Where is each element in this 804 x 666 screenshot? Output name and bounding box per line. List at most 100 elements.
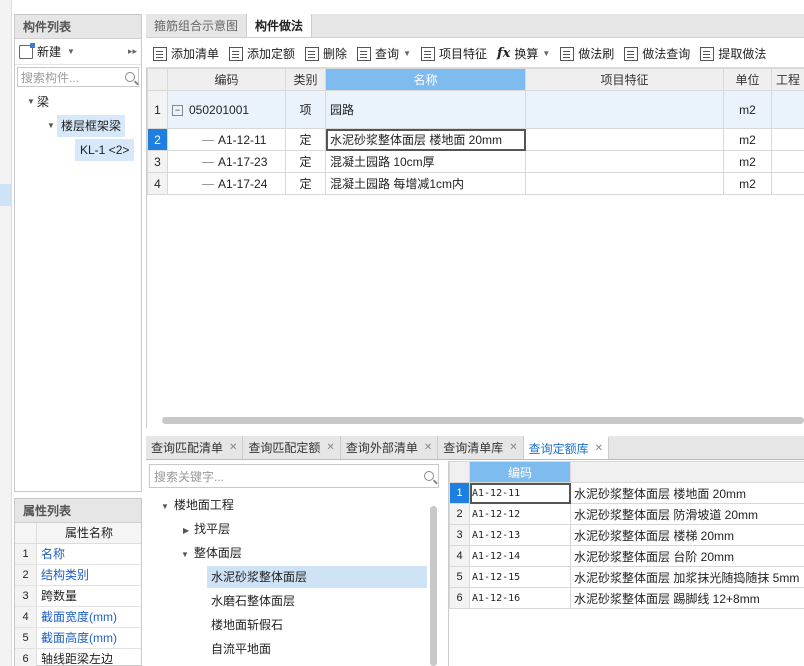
code-cell[interactable]: A1-12-15 bbox=[469, 566, 571, 588]
tab-match-quota[interactable]: 查询匹配定额 ✕ bbox=[243, 436, 341, 460]
code-cell[interactable]: A1-12-13 bbox=[469, 524, 571, 546]
search-icon[interactable] bbox=[125, 72, 135, 82]
add-list-button[interactable]: 添加清单 bbox=[153, 45, 219, 62]
feature-cell[interactable] bbox=[525, 150, 724, 173]
add-quota-button[interactable]: 添加定额 bbox=[229, 45, 295, 62]
column-header-code[interactable]: 编码 bbox=[167, 68, 286, 91]
code-cell[interactable]: A1-17-23 bbox=[167, 150, 286, 173]
column-header-name[interactable] bbox=[570, 461, 804, 483]
code-cell[interactable]: A1-17-24 bbox=[167, 172, 286, 195]
name-cell[interactable]: 水泥砂浆整体面层 楼地面 20mm bbox=[325, 128, 526, 151]
tree-item-self-leveling[interactable]: 自流平地面 bbox=[211, 638, 271, 660]
property-row[interactable]: 2 结构类别 bbox=[15, 565, 141, 586]
tree-item-beam[interactable]: ▼ 梁 bbox=[15, 91, 141, 113]
horizontal-scrollbar[interactable] bbox=[162, 417, 804, 424]
tab-stirrup-diagram[interactable]: 箍筋组合示意图 bbox=[146, 14, 246, 37]
property-row[interactable]: 3 跨数量 bbox=[15, 586, 141, 607]
close-icon[interactable]: ✕ bbox=[424, 436, 432, 460]
feature-cell[interactable] bbox=[525, 90, 724, 129]
type-cell[interactable]: 定 bbox=[285, 150, 326, 173]
name-cell[interactable]: 水泥砂浆整体面层 台阶 20mm bbox=[570, 545, 804, 567]
close-icon[interactable]: ✕ bbox=[229, 436, 237, 460]
quantity-cell[interactable] bbox=[771, 128, 804, 151]
table-row[interactable]: 2 A1-12-12 水泥砂浆整体面层 防滑坡道 20mm bbox=[449, 503, 804, 525]
column-header-unit[interactable]: 单位 bbox=[723, 68, 772, 91]
close-icon[interactable]: ✕ bbox=[326, 436, 334, 460]
type-cell[interactable]: 定 bbox=[285, 172, 326, 195]
name-cell[interactable]: 水泥砂浆整体面层 楼地面 20mm bbox=[570, 482, 804, 504]
column-header-quantity[interactable]: 工程 bbox=[771, 68, 804, 91]
property-row[interactable]: 6 轴线距梁左边 bbox=[15, 649, 141, 666]
method-query-button[interactable]: 做法查询 bbox=[624, 45, 690, 62]
query-button[interactable]: 查询 ▼ bbox=[357, 45, 411, 62]
component-search-input[interactable]: 搜索构件... bbox=[17, 67, 139, 87]
table-row[interactable]: 3 A1-12-13 水泥砂浆整体面层 楼梯 20mm bbox=[449, 524, 804, 546]
expand-icon[interactable]: ▼ bbox=[181, 550, 189, 559]
tree-item-terrazzo[interactable]: 水磨石整体面层 bbox=[211, 590, 295, 612]
code-cell[interactable]: A1-12-11 bbox=[469, 482, 571, 504]
column-header-code[interactable]: 编码 bbox=[469, 461, 571, 483]
feature-cell[interactable] bbox=[525, 172, 724, 195]
collapse-icon[interactable]: − bbox=[172, 104, 183, 116]
convert-button[interactable]: fx 换算 ▼ bbox=[497, 45, 550, 62]
table-row[interactable]: 1 −050201001 项 园路 m2 bbox=[147, 90, 804, 129]
code-cell[interactable]: A1-12-16 bbox=[469, 587, 571, 609]
table-row[interactable]: 6 A1-12-16 水泥砂浆整体面层 踢脚线 12+8mm bbox=[449, 587, 804, 609]
name-cell[interactable]: 水泥砂浆整体面层 防滑坡道 20mm bbox=[570, 503, 804, 525]
name-cell[interactable]: 园路 bbox=[325, 90, 526, 129]
unit-cell[interactable]: m2 bbox=[723, 172, 772, 195]
tree-item-cement-mortar[interactable]: 水泥砂浆整体面层 bbox=[207, 566, 427, 588]
new-button[interactable]: 新建 bbox=[37, 43, 61, 60]
tab-component-method[interactable]: 构件做法 bbox=[246, 14, 313, 37]
property-row[interactable]: 1 名称 bbox=[15, 544, 141, 565]
tree-item-frame-beam[interactable]: ▼ 楼层框架梁 bbox=[15, 115, 141, 137]
chevron-down-icon[interactable]: ▼ bbox=[542, 49, 550, 58]
quantity-cell[interactable] bbox=[771, 150, 804, 173]
keyword-search-input[interactable]: 搜索关键字... bbox=[149, 464, 439, 488]
column-header-type[interactable]: 类别 bbox=[285, 68, 326, 91]
tree-item-granite-finish[interactable]: 楼地面斩假石 bbox=[211, 614, 283, 636]
code-cell[interactable]: A1-12-11 bbox=[167, 128, 286, 151]
tree-item-floor-works[interactable]: ▼ 楼地面工程 bbox=[161, 494, 234, 516]
item-feature-button[interactable]: 项目特征 bbox=[420, 45, 487, 62]
close-icon[interactable]: ✕ bbox=[509, 436, 517, 460]
quantity-cell[interactable] bbox=[771, 172, 804, 195]
method-brush-button[interactable]: 做法刷 bbox=[560, 45, 614, 62]
tab-external-list[interactable]: 查询外部清单 ✕ bbox=[341, 436, 439, 460]
search-icon[interactable] bbox=[424, 471, 434, 481]
code-cell[interactable]: −050201001 bbox=[167, 90, 286, 129]
delete-button[interactable]: 删除 bbox=[305, 45, 347, 62]
table-row[interactable]: 4 A1-12-14 水泥砂浆整体面层 台阶 20mm bbox=[449, 545, 804, 567]
expand-icon[interactable]: ▼ bbox=[161, 502, 169, 511]
feature-cell[interactable] bbox=[525, 128, 724, 151]
chevron-down-icon[interactable]: ▼ bbox=[67, 47, 75, 56]
table-row[interactable]: 1 A1-12-11 水泥砂浆整体面层 楼地面 20mm bbox=[449, 482, 804, 504]
extract-method-button[interactable]: 提取做法 bbox=[700, 45, 766, 62]
unit-cell[interactable]: m2 bbox=[723, 128, 772, 151]
tab-list-library[interactable]: 查询清单库 ✕ bbox=[438, 436, 524, 460]
column-header-feature[interactable]: 项目特征 bbox=[525, 68, 724, 91]
unit-cell[interactable]: m2 bbox=[723, 90, 772, 129]
table-row[interactable]: 5 A1-12-15 水泥砂浆整体面层 加浆抹光随捣随抹 5mm bbox=[449, 566, 804, 588]
type-cell[interactable]: 项 bbox=[285, 90, 326, 129]
quantity-cell[interactable] bbox=[771, 90, 804, 129]
tab-quota-library[interactable]: 查询定额库 ✕ bbox=[523, 436, 610, 461]
column-header-name[interactable]: 名称 bbox=[325, 68, 526, 91]
table-row[interactable]: 3 A1-17-23 定 混凝土园路 10cm厚 m2 bbox=[147, 150, 804, 173]
chevron-down-icon[interactable]: ▼ bbox=[403, 49, 411, 58]
code-cell[interactable]: A1-12-14 bbox=[469, 545, 571, 567]
tab-match-list[interactable]: 查询匹配清单 ✕ bbox=[146, 436, 244, 460]
name-cell[interactable]: 水泥砂浆整体面层 踢脚线 12+8mm bbox=[570, 587, 804, 609]
name-cell[interactable]: 水泥砂浆整体面层 楼梯 20mm bbox=[570, 524, 804, 546]
expand-icon[interactable]: ▼ bbox=[25, 91, 37, 113]
unit-cell[interactable]: m2 bbox=[723, 150, 772, 173]
name-cell[interactable]: 水泥砂浆整体面层 加浆抹光随捣随抹 5mm bbox=[570, 566, 804, 588]
more-icon[interactable]: ▸▸ bbox=[128, 46, 137, 57]
name-cell[interactable]: 混凝土园路 每增减1cm内 bbox=[325, 172, 526, 195]
collapse-icon[interactable]: ▶ bbox=[183, 526, 189, 535]
close-icon[interactable]: ✕ bbox=[595, 437, 603, 461]
expand-icon[interactable]: ▼ bbox=[45, 115, 57, 137]
table-row[interactable]: 2 A1-12-11 定 水泥砂浆整体面层 楼地面 20mm m2 bbox=[147, 128, 804, 151]
code-cell[interactable]: A1-12-12 bbox=[469, 503, 571, 525]
property-row[interactable]: 5 截面高度(mm) bbox=[15, 628, 141, 649]
